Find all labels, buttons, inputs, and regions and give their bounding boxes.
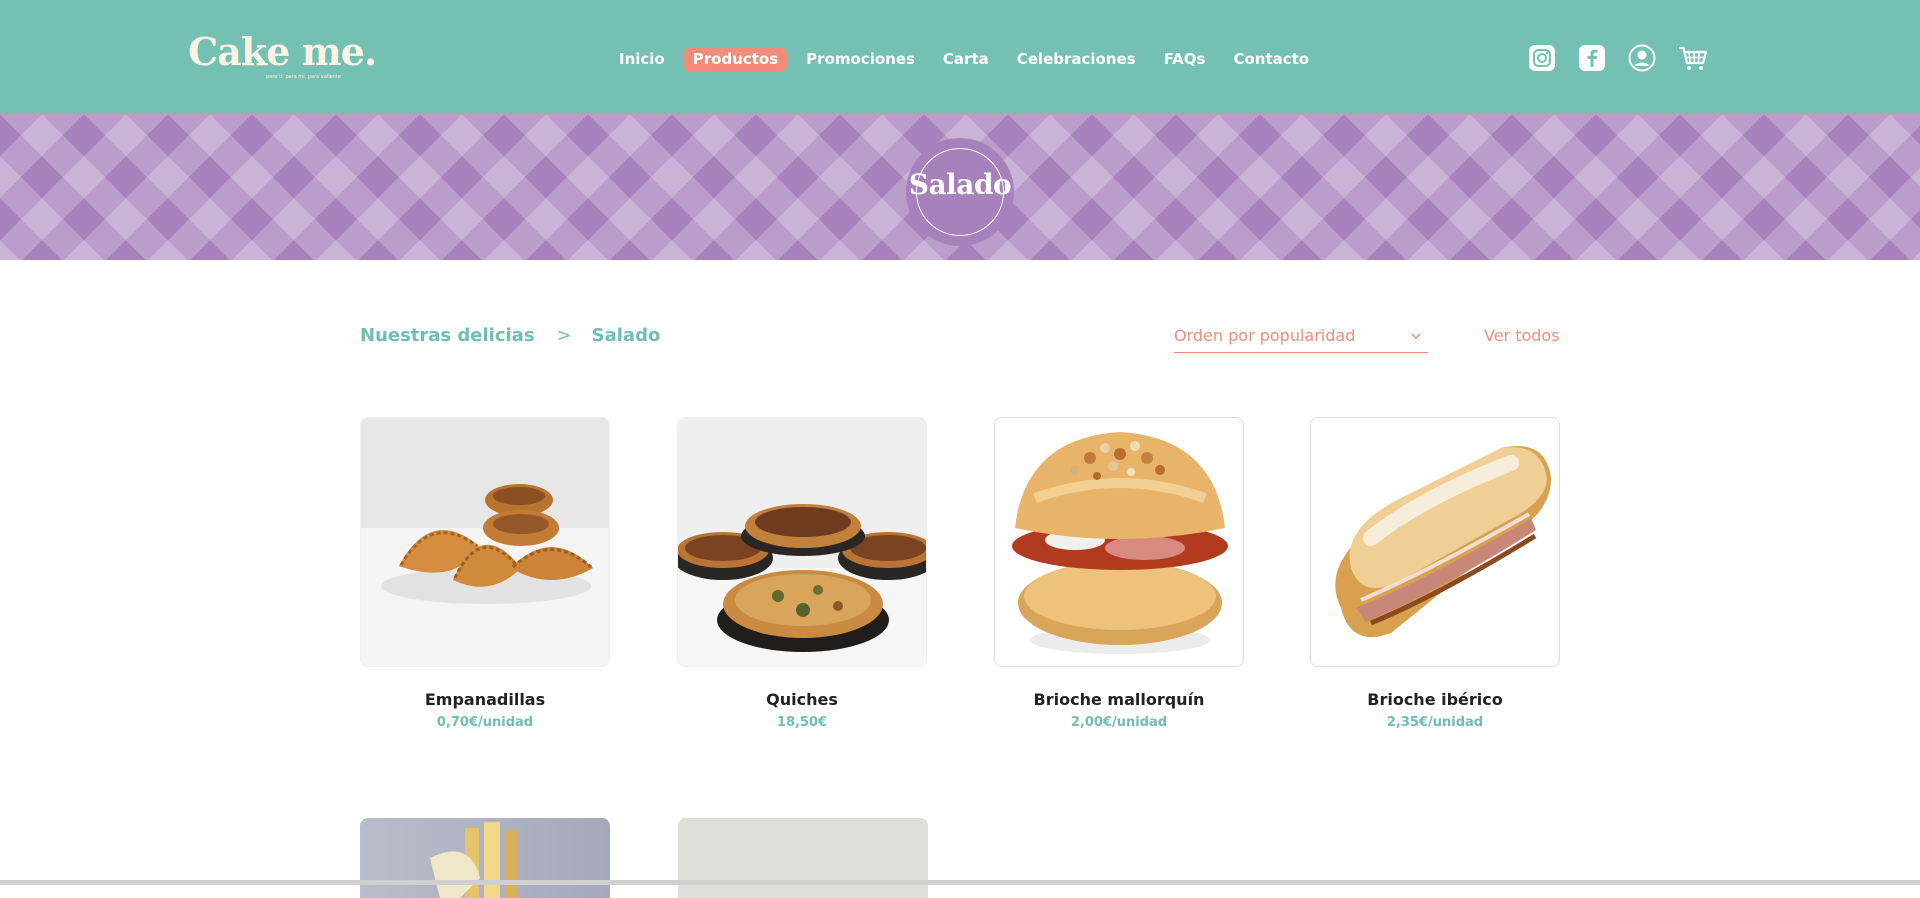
sort-select[interactable]: Orden por popularidad <box>1174 326 1428 353</box>
breadcrumb-root[interactable]: Nuestras delicias <box>360 325 535 346</box>
chevron-down-icon <box>1410 330 1422 342</box>
breadcrumb-current: Salado <box>592 325 661 346</box>
product-image-empanadillas[interactable] <box>360 417 610 667</box>
breadcrumb: Nuestras delicias > Salado <box>360 325 660 346</box>
product-card-brioche-mallorquin[interactable]: Brioche mallorquín 2,00€/unidad <box>994 417 1244 730</box>
breadcrumb-separator: > <box>557 325 572 346</box>
nav-item-promociones[interactable]: Promociones <box>797 48 924 71</box>
nav-item-celebraciones[interactable]: Celebraciones <box>1008 48 1145 71</box>
site-header: Cake me. para ti, para mi, para valiente… <box>0 0 1920 114</box>
header-actions <box>1528 44 1708 72</box>
category-badge: Salado <box>906 138 1014 246</box>
product-image-brioche-mallorquin[interactable] <box>994 417 1244 667</box>
main-nav: Inicio Productos Promociones Carta Celeb… <box>610 48 1318 71</box>
product-image-partial-2[interactable] <box>678 818 928 898</box>
product-card-brioche-iberico[interactable]: Brioche ibérico 2,35€/unidad <box>1310 417 1560 730</box>
product-price: 2,35€/unidad <box>1310 715 1560 730</box>
product-card-empanadillas[interactable]: Empanadillas 0,70€/unidad <box>360 417 610 730</box>
product-image-quiches[interactable] <box>677 417 927 667</box>
product-price: 2,00€/unidad <box>994 715 1244 730</box>
nav-item-carta[interactable]: Carta <box>934 48 998 71</box>
sort-selected-value: Orden por popularidad <box>1174 326 1355 345</box>
nav-item-faqs[interactable]: FAQs <box>1155 48 1215 71</box>
product-price: 18,50€ <box>677 715 927 730</box>
brand-tagline: para ti, para mi, para valiente <box>266 74 341 80</box>
product-name: Brioche mallorquín <box>994 690 1244 709</box>
nav-item-inicio[interactable]: Inicio <box>610 48 674 71</box>
product-image-brioche-iberico[interactable] <box>1310 417 1560 667</box>
cart-icon[interactable] <box>1678 44 1708 72</box>
category-title: Salado <box>906 168 1014 201</box>
horizontal-scrollbar[interactable] <box>0 880 1920 885</box>
product-card-quiches[interactable]: Quiches 18,50€ <box>677 417 927 730</box>
brand-name: Cake me. <box>188 30 376 74</box>
product-image-partial-1[interactable] <box>360 818 610 898</box>
product-name: Brioche ibérico <box>1310 690 1560 709</box>
user-account-icon[interactable] <box>1628 44 1656 72</box>
view-all-link[interactable]: Ver todos <box>1484 326 1560 345</box>
facebook-icon[interactable] <box>1578 44 1606 72</box>
category-banner: Salado <box>0 114 1920 260</box>
product-price: 0,70€/unidad <box>360 715 610 730</box>
instagram-icon[interactable] <box>1528 44 1556 72</box>
brand-logo[interactable]: Cake me. para ti, para mi, para valiente <box>188 30 376 74</box>
product-name: Empanadillas <box>360 690 610 709</box>
nav-item-productos[interactable]: Productos <box>684 48 787 71</box>
nav-item-contacto[interactable]: Contacto <box>1224 48 1318 71</box>
product-name: Quiches <box>677 690 927 709</box>
